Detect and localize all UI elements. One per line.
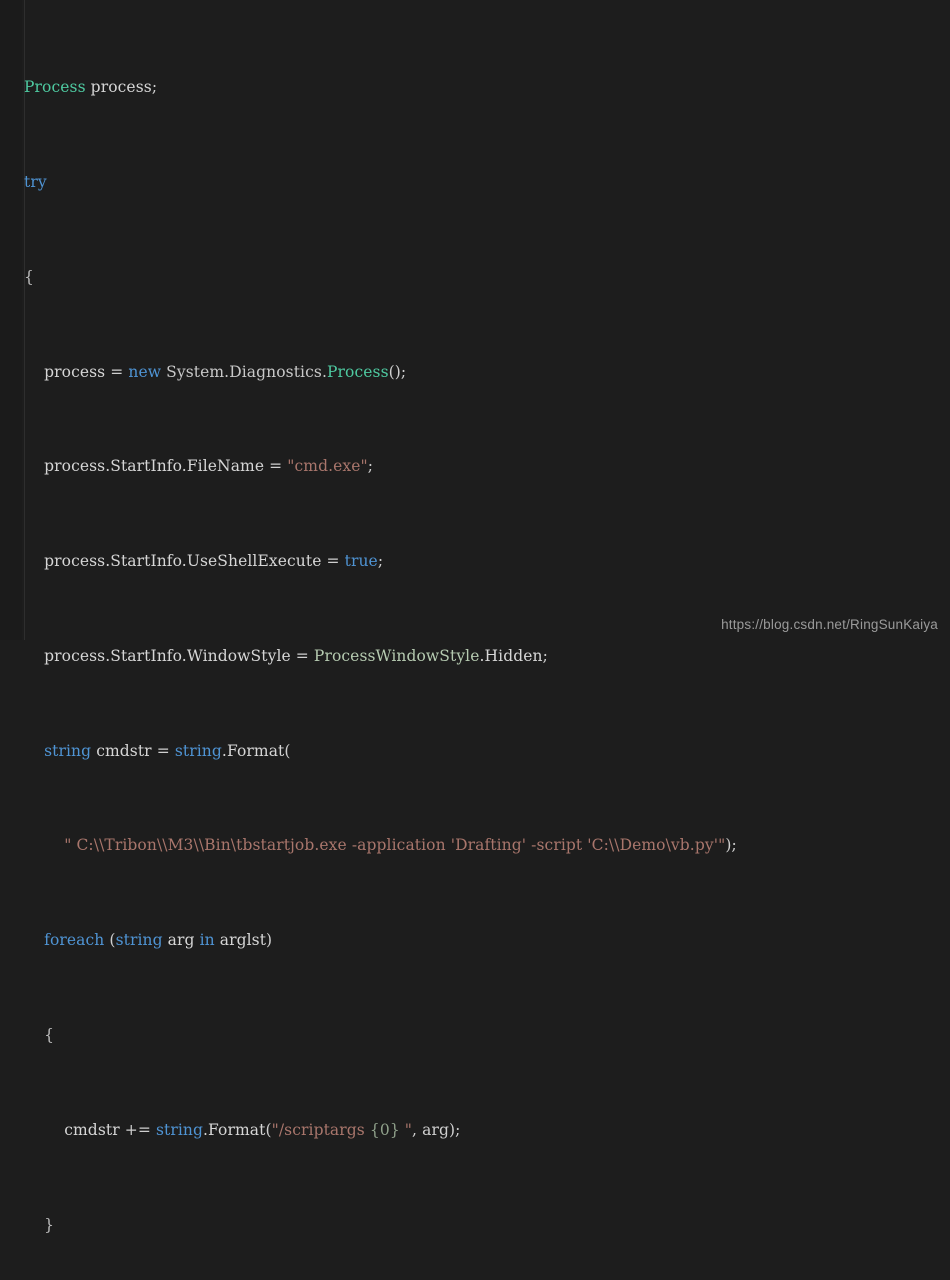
- code-line-9: " C:\\Tribon\\M3\\Bin\tbstartjob.exe -ap…: [0, 834, 950, 858]
- token-keyword-true: true: [344, 552, 378, 571]
- token-keyword-new: new: [128, 362, 162, 381]
- token-keyword-string: string: [24, 741, 92, 760]
- token-tail: ;: [367, 457, 374, 476]
- code-line-3: {: [0, 266, 950, 290]
- token-identifier-arglst: arglst: [214, 931, 267, 950]
- token-equals: =: [269, 457, 288, 476]
- token-tail: );: [725, 836, 737, 855]
- token-equals: =: [110, 362, 129, 381]
- code-line-6: process.StartInfo.UseShellExecute = true…: [0, 550, 950, 574]
- token-type-process: Process: [326, 362, 389, 381]
- token-brace-open: {: [24, 1026, 55, 1045]
- token-identifier-arg: arg: [162, 931, 200, 950]
- token-member-format: .Format: [203, 1120, 266, 1139]
- code-line-11: {: [0, 1024, 950, 1048]
- token-tail: , arg);: [412, 1120, 461, 1139]
- code-line-12: cmdstr += string.Format("/scriptargs {0}…: [0, 1119, 950, 1143]
- token-equals: =: [326, 552, 345, 571]
- token-equals: =: [295, 646, 314, 665]
- token-identifier-cmdstr: cmdstr: [91, 741, 157, 760]
- token-type-process: Process: [24, 78, 86, 97]
- token-tail: ();: [388, 362, 407, 381]
- token-identifier: process.StartInfo.FileName: [24, 457, 270, 476]
- token-brace-open: {: [24, 267, 34, 286]
- token-identifier: process.StartInfo.UseShellExecute: [24, 552, 327, 571]
- code-line-7: process.StartInfo.WindowStyle = ProcessW…: [0, 645, 950, 669]
- code-line-8: string cmdstr = string.Format(: [0, 740, 950, 764]
- token-keyword-string: string: [155, 1120, 204, 1139]
- token-member-hidden: .Hidden: [479, 646, 543, 665]
- code-line-1: Process process;: [0, 76, 950, 100]
- code-line-5: process.StartInfo.FileName = "cmd.exe";: [0, 455, 950, 479]
- token-brace-close: }: [24, 1215, 55, 1234]
- token-tail: ;: [377, 552, 384, 571]
- token-string-literal: "cmd.exe": [287, 457, 368, 476]
- token-keyword-string: string: [174, 741, 222, 760]
- token-string-literal: "/scriptargs: [271, 1120, 370, 1139]
- token-member-format: .Format: [221, 741, 285, 760]
- token-paren-open: (: [284, 741, 291, 760]
- code-line-10: foreach (string arg in arglst): [0, 929, 950, 953]
- token-keyword-foreach: foreach: [24, 931, 105, 950]
- code-editor[interactable]: Process process; try { process = new Sys…: [0, 0, 950, 1234]
- code-line-2: try: [0, 171, 950, 195]
- token-identifier-process: process: [90, 78, 152, 97]
- code-block[interactable]: Process process; try { process = new Sys…: [0, 0, 950, 1280]
- token-semicolon: ;: [151, 78, 158, 97]
- watermark-url: https://blog.csdn.net/RingSunKaiya: [721, 617, 938, 632]
- token-format-placeholder: {0}: [369, 1120, 400, 1139]
- token-namespace: System.Diagnostics.: [161, 362, 327, 381]
- token-string-literal-command: " C:\\Tribon\\M3\\Bin\tbstartjob.exe -ap…: [24, 836, 726, 855]
- token-keyword-in: in: [199, 931, 215, 950]
- token-identifier: process: [24, 362, 111, 381]
- code-line-4: process = new System.Diagnostics.Process…: [0, 361, 950, 385]
- token-type-processwindowstyle: ProcessWindowStyle: [313, 646, 480, 665]
- token-tail: ;: [542, 646, 548, 665]
- token-equals: =: [156, 741, 175, 760]
- token-paren-open: (: [104, 931, 116, 950]
- token-identifier-cmdstr: cmdstr: [24, 1120, 125, 1139]
- token-keyword-string: string: [115, 931, 163, 950]
- token-keyword-try: try: [24, 172, 47, 191]
- token-string-literal-end: ": [399, 1120, 413, 1139]
- code-line-13: }: [0, 1214, 950, 1238]
- token-identifier: process.StartInfo.WindowStyle: [24, 646, 296, 665]
- token-operator-plus-equals: +=: [124, 1120, 156, 1139]
- token-paren-close: ): [266, 931, 273, 950]
